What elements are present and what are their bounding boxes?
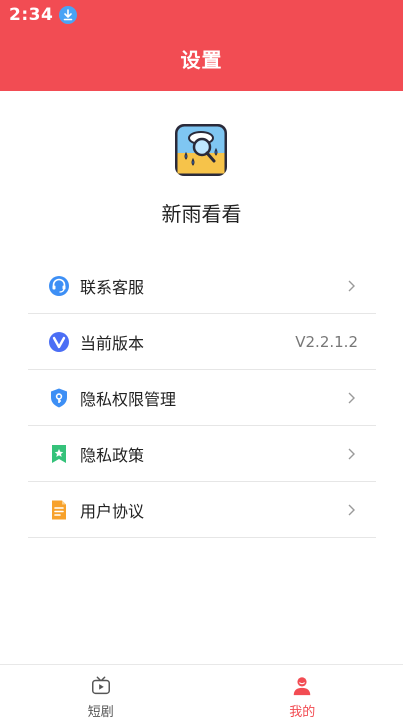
page-title: 设置 bbox=[180, 48, 223, 72]
app-logo bbox=[174, 123, 228, 177]
menu-item-label: 用户协议 bbox=[80, 501, 145, 521]
download-icon bbox=[59, 6, 78, 24]
tab-label: 短剧 bbox=[87, 705, 114, 720]
chevron-right-icon bbox=[348, 448, 355, 459]
status-bar: 2:34 bbox=[0, 0, 403, 30]
chevron-right-icon bbox=[348, 392, 355, 403]
privacy-shield-icon bbox=[51, 388, 67, 407]
chevron-right-icon bbox=[348, 280, 355, 291]
bookmark-star-icon bbox=[52, 444, 66, 463]
menu-item-label: 当前版本 bbox=[80, 333, 145, 353]
menu-item-label: 隐私政策 bbox=[80, 445, 145, 465]
menu-item-label: 隐私权限管理 bbox=[80, 389, 177, 409]
tv-icon bbox=[91, 676, 110, 695]
tab-mine[interactable]: 我的 bbox=[202, 665, 403, 720]
settings-menu: 联系客服 当前版本 V2.2.1.2 隐私权限管理 隐私政策 用户协议 bbox=[28, 258, 376, 538]
tab-label: 我的 bbox=[289, 705, 316, 720]
menu-item-contact-service[interactable]: 联系客服 bbox=[28, 258, 376, 314]
tab-short-drama[interactable]: 短剧 bbox=[0, 665, 202, 720]
menu-item-current-version[interactable]: 当前版本 V2.2.1.2 bbox=[28, 314, 376, 370]
profile-icon bbox=[294, 677, 311, 696]
menu-item-label: 联系客服 bbox=[80, 277, 145, 297]
menu-item-privacy-policy[interactable]: 隐私政策 bbox=[28, 426, 376, 482]
menu-item-user-agreement[interactable]: 用户协议 bbox=[28, 482, 376, 538]
menu-item-privacy-permissions[interactable]: 隐私权限管理 bbox=[28, 370, 376, 426]
customer-service-icon bbox=[49, 275, 69, 296]
bottom-tab-bar: 短剧 我的 bbox=[0, 664, 403, 720]
chevron-right-icon bbox=[348, 504, 355, 515]
status-time: 2:34 bbox=[9, 5, 54, 25]
document-icon bbox=[52, 500, 66, 519]
version-value: V2.2.1.2 bbox=[295, 332, 358, 351]
app-name: 新雨看看 bbox=[161, 202, 242, 226]
header: 2:34 设置 bbox=[0, 0, 403, 91]
version-icon bbox=[49, 331, 69, 352]
